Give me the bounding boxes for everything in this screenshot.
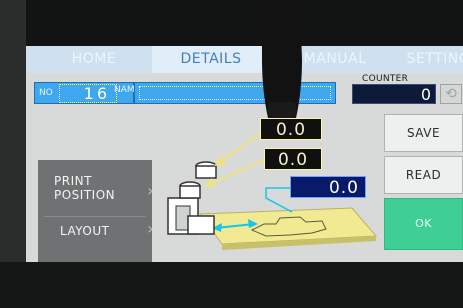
stylus-cable (262, 0, 302, 118)
stylus-tip (268, 102, 296, 118)
stylus-cable-overlay (262, 0, 302, 118)
